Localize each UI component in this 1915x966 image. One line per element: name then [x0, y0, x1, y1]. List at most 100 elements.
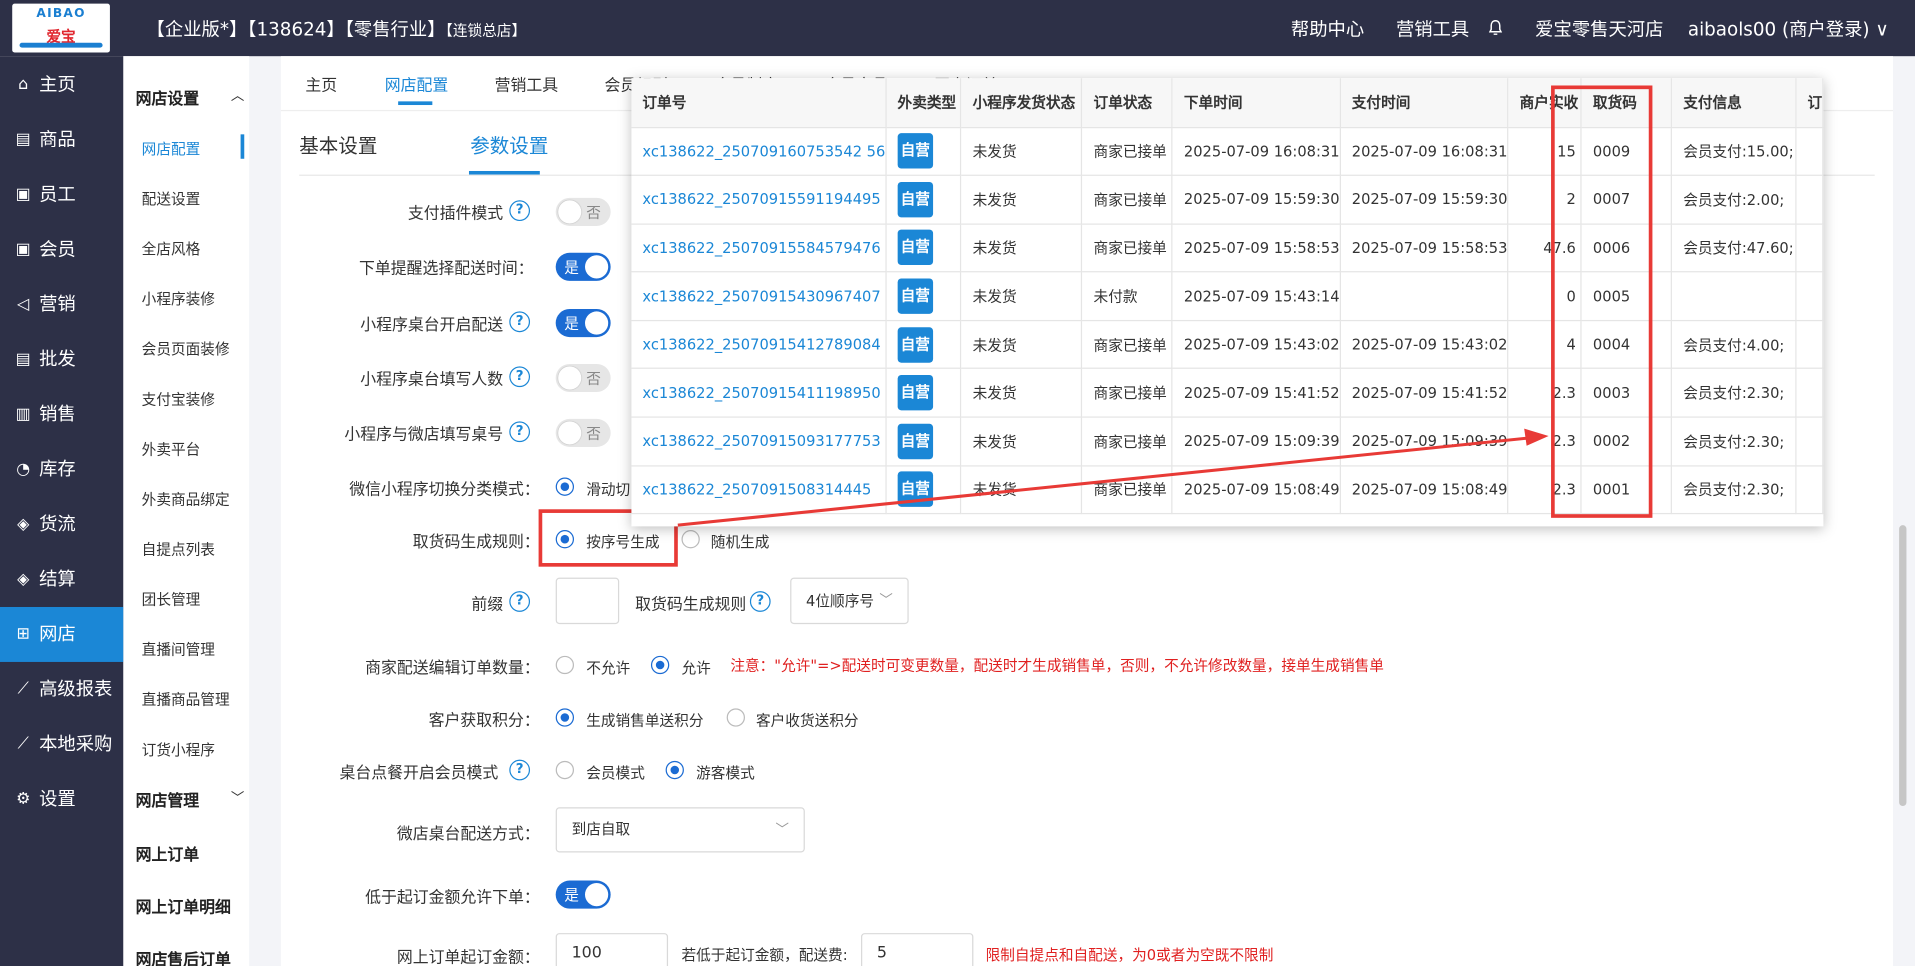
orders-col-header[interactable]: 订 [1795, 78, 1824, 128]
order-number-link[interactable]: xc138622_2507091508314445 [631, 465, 887, 515]
orders-col-header[interactable]: 小程序发货状态 [961, 78, 1083, 128]
sidebar-item-12[interactable]: ⟋ 本地采购 [0, 717, 123, 772]
submenu-item-5[interactable]: 支付宝装修 [142, 388, 215, 409]
orders-col-header[interactable]: 下单时间 [1172, 78, 1341, 128]
submenu-item-8[interactable]: 自提点列表 [142, 539, 215, 560]
submenu-item-6[interactable]: 外卖平台 [142, 438, 201, 459]
submenu-item-4[interactable]: 会员页面装修 [142, 338, 230, 359]
delivery-type-cell: 自营 [885, 223, 962, 273]
table-delivery-switch[interactable]: 是 [555, 308, 611, 338]
order-number-link[interactable]: xc138622_25070915412789084 [631, 320, 887, 370]
submenu-mgmt-item-2[interactable]: 网店售后订单 [136, 947, 231, 966]
help-center-link[interactable]: 帮助中心 [1291, 16, 1364, 42]
submenu-item-12[interactable]: 订货小程序 [142, 739, 215, 760]
user-menu[interactable]: aibaols00 (商户登录) ∨ [1688, 16, 1889, 42]
prefix-input[interactable] [555, 577, 620, 625]
submenu-item-11[interactable]: 直播商品管理 [142, 689, 230, 710]
points-sale-radio[interactable] [555, 708, 575, 727]
bell-icon[interactable] [1488, 20, 1503, 36]
sidebar-item-2[interactable]: ▣ 员工 [0, 167, 123, 222]
table-no-switch[interactable]: 否 [555, 418, 611, 447]
order-status-cell: 商家已接单 [1081, 368, 1173, 418]
submenu-mgmt-item-1[interactable]: 网上订单明细 [136, 894, 231, 917]
table-people-switch[interactable]: 否 [555, 363, 611, 393]
submenu-item-7[interactable]: 外卖商品绑定 [142, 489, 230, 510]
help-icon[interactable]: ? [749, 591, 771, 612]
sidebar-item-3[interactable]: ▣ 会员 [0, 222, 123, 277]
sidebar-item-5[interactable]: ▤ 批发 [0, 332, 123, 387]
member-mode-radio[interactable] [555, 760, 575, 780]
marketing-tools-link[interactable]: 营销工具 [1396, 16, 1469, 42]
orders-col-header[interactable]: 支付时间 [1340, 78, 1509, 128]
tab-2[interactable]: 营销工具 [495, 72, 559, 95]
merchant-edit-allow-radio[interactable] [650, 655, 670, 675]
pay-time-cell: 2025-07-09 16:08:31 [1340, 127, 1509, 176]
points-receive-radio[interactable] [726, 708, 745, 727]
sidebar-item-13[interactable]: ⚙ 设置 [0, 772, 123, 827]
tab-1[interactable]: 网店配置 [385, 72, 449, 95]
submenu-item-0[interactable]: 网店配置 [142, 138, 201, 159]
help-icon[interactable]: ? [509, 366, 531, 388]
guest-mode-radio[interactable] [665, 760, 684, 780]
account-title-main: 【企业版*】【138624】【零售行业】 [146, 18, 446, 41]
switch-mode-radio[interactable] [555, 477, 575, 496]
delivery-way-select[interactable]: 到店自取 ﹀ [555, 807, 805, 853]
orders-col-header[interactable]: 外卖类型 [885, 78, 962, 128]
order-number-link[interactable]: xc138622_25070915430967407 [631, 272, 887, 322]
submenu-item-1[interactable]: 配送设置 [142, 188, 201, 209]
sidebar-item-1[interactable]: ▤ 商品 [0, 112, 123, 167]
store-name[interactable]: 爱宝零售天河店 [1535, 16, 1663, 42]
submenu-item-2[interactable]: 全店风格 [142, 238, 201, 259]
sidebar-item-10[interactable]: ⊞ 网店 [0, 606, 124, 662]
min-amount-input[interactable]: 100 [555, 933, 669, 966]
subtab-basic[interactable]: 基本设置 [299, 129, 377, 158]
pickup-random-radio[interactable] [681, 530, 700, 549]
help-icon[interactable]: ? [509, 759, 531, 781]
pay-plugin-switch[interactable]: 否 [555, 197, 611, 226]
chevron-down-icon[interactable]: ﹀ [231, 788, 244, 808]
below-min-label: 低于起订金额允许下单： [365, 889, 540, 908]
subtab-params[interactable]: 参数设置 [470, 129, 548, 158]
orders-col-header[interactable]: 订单号 [631, 78, 887, 128]
sidebar-item-label: 员工 [39, 183, 76, 206]
sidebar-item-icon: ⊞ [16, 625, 30, 644]
help-icon[interactable]: ? [509, 200, 531, 222]
chevron-up-icon[interactable]: ︿ [231, 85, 244, 105]
submenu-item-9[interactable]: 团长管理 [142, 589, 201, 610]
order-number-link[interactable]: xc138622_250709160753542 56 [631, 127, 887, 176]
below-min-switch[interactable]: 是 [555, 880, 611, 909]
submenu-item-3[interactable]: 小程序装修 [142, 288, 215, 309]
switch-knob [585, 255, 609, 279]
logo[interactable]: AIBAO 爱宝 [12, 3, 110, 53]
sidebar-item-11[interactable]: ⟋ 高级报表 [0, 662, 123, 717]
sidebar-item-8[interactable]: ◈ 货流 [0, 497, 123, 552]
submenu-group-shop-settings[interactable]: 网店设置 [136, 85, 200, 108]
submenu-group-shop-management[interactable]: 网店管理 [136, 788, 200, 811]
submenu-item-10[interactable]: 直播间管理 [142, 639, 215, 660]
sidebar-item-6[interactable]: ▥ 销售 [0, 387, 123, 442]
sidebar-item-icon: ▥ [15, 405, 31, 424]
help-icon[interactable]: ? [509, 421, 531, 443]
order-number-link[interactable]: xc138622_25070915591194495 [631, 175, 887, 225]
help-icon[interactable]: ? [509, 311, 531, 333]
pickup-rule-select[interactable]: 4位顺序号 ﹀ [790, 577, 909, 625]
help-icon[interactable]: ? [509, 591, 531, 612]
sidebar-item-9[interactable]: ◈ 结算 [0, 552, 123, 607]
merchant-edit-disallow-option: 不允许 [586, 659, 631, 677]
order-remind-switch[interactable]: 是 [555, 252, 611, 281]
tab-0[interactable]: 主页 [305, 72, 337, 95]
sidebar-item-7[interactable]: ◔ 库存 [0, 442, 123, 497]
order-number-link[interactable]: xc138622_25070915584579476 [631, 223, 887, 273]
pay-time-cell: 2025-07-09 15:43:02 [1340, 320, 1509, 370]
submenu-mgmt-item-0[interactable]: 网上订单 [136, 841, 200, 864]
merchant-edit-disallow-radio[interactable] [555, 655, 575, 675]
orders-col-header[interactable]: 订单状态 [1081, 78, 1173, 128]
sidebar-item-0[interactable]: ⌂ 主页 [0, 57, 123, 112]
orders-col-header[interactable]: 支付信息 [1671, 78, 1797, 128]
order-number-link[interactable]: xc138622_25070915093177753 [631, 417, 887, 467]
order-number-link[interactable]: xc138622_25070915411198950 [631, 368, 887, 418]
page-scrollbar[interactable] [1899, 525, 1907, 807]
sidebar-item-4[interactable]: ◁ 营销 [0, 277, 123, 332]
delivery-fee-input[interactable]: 5 [861, 933, 974, 966]
guest-mode-option: 游客模式 [696, 764, 755, 782]
